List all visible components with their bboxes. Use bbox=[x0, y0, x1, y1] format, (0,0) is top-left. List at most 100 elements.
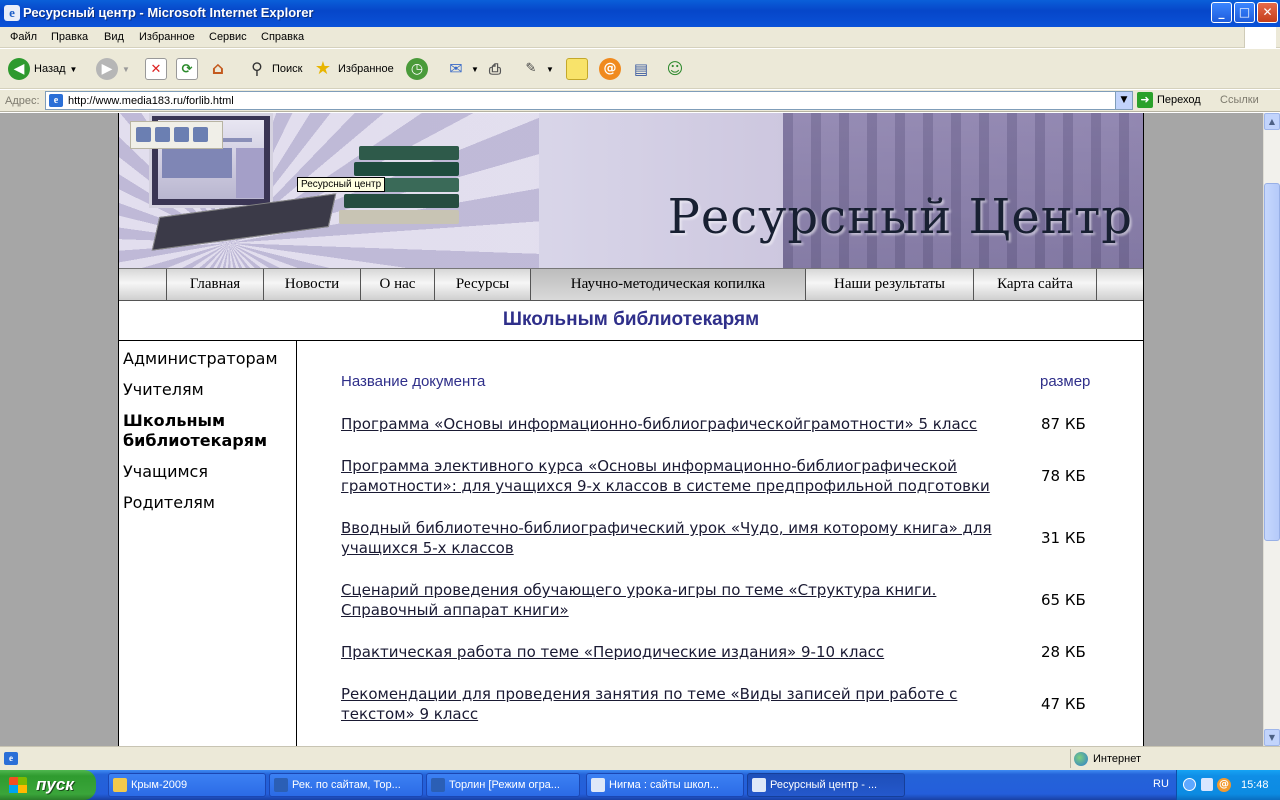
links-button[interactable]: Ссылки bbox=[1220, 94, 1259, 106]
at-tray-icon[interactable]: @ bbox=[1217, 778, 1231, 792]
taskbar-item-active[interactable]: Ресурсный центр - ... bbox=[747, 773, 905, 797]
messenger-button[interactable]: ☺ bbox=[664, 56, 686, 82]
section-title: Школьным библиотекарям bbox=[119, 301, 1143, 341]
windows-logo-icon bbox=[1244, 27, 1276, 48]
sidebar-item-teachers[interactable]: Учителям bbox=[123, 380, 204, 400]
stop-button[interactable]: ✕ bbox=[145, 56, 167, 82]
document-link[interactable]: Программа «Основы информационно-библиогр… bbox=[341, 414, 1011, 434]
document-size: 31 КБ bbox=[1041, 529, 1086, 547]
document-link[interactable]: Вводный библиотечно-библиографический ур… bbox=[341, 518, 1011, 558]
vertical-scrollbar[interactable]: ▲ ▼ bbox=[1263, 113, 1280, 746]
back-button[interactable]: ◀ Назад ▼ bbox=[8, 56, 77, 82]
mail-icon: ✉ bbox=[449, 59, 463, 78]
taskbar-item[interactable]: Торлин [Режим огра... bbox=[426, 773, 580, 797]
go-label: Переход bbox=[1157, 94, 1201, 106]
email-at-button[interactable]: @ bbox=[599, 56, 621, 82]
sidebar-item-parents[interactable]: Родителям bbox=[123, 493, 215, 513]
back-dropdown-icon[interactable]: ▼ bbox=[70, 65, 78, 74]
page-viewport[interactable]: Ресурсный центр Ресурсный Центр Главная … bbox=[0, 113, 1263, 746]
windows-flag-icon bbox=[9, 777, 27, 793]
address-input[interactable]: e http://www.media183.ru/forlib.html ▼ bbox=[45, 91, 1133, 110]
print-button[interactable]: ⎙ bbox=[484, 56, 506, 82]
nav-resources[interactable]: Ресурсы bbox=[434, 269, 530, 300]
history-button[interactable]: ◷ bbox=[406, 56, 428, 82]
edit-button[interactable]: ✎ ▼ bbox=[520, 56, 554, 82]
page-ie-icon: e bbox=[49, 94, 63, 107]
forward-button[interactable]: ▶ ▼ bbox=[96, 56, 130, 82]
menu-favorites[interactable]: Избранное bbox=[139, 31, 195, 43]
tray-back-icon[interactable] bbox=[1183, 778, 1196, 791]
maximize-button[interactable]: □ bbox=[1234, 2, 1255, 23]
address-url: http://www.media183.ru/forlib.html bbox=[68, 95, 234, 107]
taskbar-item[interactable]: Рек. по сайтам, Тор... bbox=[269, 773, 423, 797]
home-button[interactable]: ⌂ bbox=[207, 56, 229, 82]
folder-image-icon[interactable] bbox=[193, 127, 208, 142]
forward-dropdown-icon[interactable]: ▼ bbox=[122, 65, 130, 74]
language-indicator[interactable]: RU bbox=[1153, 778, 1169, 790]
search-label: Поиск bbox=[272, 63, 303, 75]
refresh-icon: ⟳ bbox=[176, 58, 198, 80]
zone-label: Интернет bbox=[1093, 753, 1141, 765]
nav-results[interactable]: Наши результаты bbox=[805, 269, 973, 300]
sidebar-item-admins[interactable]: Администраторам bbox=[123, 349, 278, 369]
ie-icon bbox=[752, 778, 766, 792]
menu-help[interactable]: Справка bbox=[261, 31, 304, 43]
scroll-up-icon[interactable]: ▲ bbox=[1264, 113, 1280, 130]
sidebar-item-librarians[interactable]: Школьным библиотекарям bbox=[123, 411, 283, 451]
go-button[interactable]: ➜ Переход bbox=[1137, 92, 1201, 108]
taskbar: пуск Крым-2009 Рек. по сайтам, Тор... То… bbox=[0, 770, 1280, 800]
save-image-icon[interactable] bbox=[136, 127, 151, 142]
speaker-icon[interactable] bbox=[1201, 778, 1213, 791]
minimize-button[interactable]: _ bbox=[1211, 2, 1232, 23]
notes-button[interactable] bbox=[566, 56, 588, 82]
nav-news[interactable]: Новости bbox=[263, 269, 360, 300]
site-banner: Ресурсный центр Ресурсный Центр bbox=[119, 113, 1143, 268]
taskbar-item[interactable]: Крым-2009 bbox=[108, 773, 266, 797]
research-icon: ▤ bbox=[633, 60, 649, 78]
menu-file[interactable]: Файл bbox=[10, 31, 37, 43]
search-button[interactable]: ⚲ Поиск bbox=[246, 56, 302, 82]
document-link[interactable]: Программа элективного курса «Основы инфо… bbox=[341, 456, 1011, 496]
start-button[interactable]: пуск bbox=[0, 770, 96, 800]
mail-dropdown-icon[interactable]: ▼ bbox=[471, 65, 479, 74]
status-separator bbox=[1070, 749, 1071, 768]
document-link[interactable]: Практическая работа по теме «Периодическ… bbox=[341, 642, 1011, 662]
menu-tools[interactable]: Сервис bbox=[209, 31, 247, 43]
edit-dropdown-icon[interactable]: ▼ bbox=[546, 65, 554, 74]
research-button[interactable]: ▤ bbox=[630, 56, 652, 82]
edit-icon: ✎ bbox=[525, 61, 537, 76]
status-bar: e Интернет bbox=[0, 746, 1280, 770]
close-button[interactable]: ✕ bbox=[1257, 2, 1278, 23]
document-link[interactable]: Рекомендации для проведения занятия по т… bbox=[341, 684, 1011, 724]
stop-icon: ✕ bbox=[145, 58, 167, 80]
nav-sitemap[interactable]: Карта сайта bbox=[973, 269, 1096, 300]
nav-home[interactable]: Главная bbox=[166, 269, 263, 300]
documents-table: Название документа размер Программа «Осн… bbox=[298, 341, 1143, 746]
home-icon: ⌂ bbox=[211, 59, 225, 79]
start-label: пуск bbox=[36, 775, 74, 794]
window-title: Ресурсный центр - Microsoft Internet Exp… bbox=[23, 5, 314, 20]
mail-button[interactable]: ✉ ▼ bbox=[445, 56, 479, 82]
nav-about[interactable]: О нас bbox=[360, 269, 434, 300]
taskbar-item-label: Нигма : сайты школ... bbox=[609, 779, 719, 791]
menu-view[interactable]: Вид bbox=[104, 31, 124, 43]
web-page: Ресурсный центр Ресурсный Центр Главная … bbox=[118, 113, 1144, 746]
taskbar-item-label: Торлин [Режим огра... bbox=[449, 779, 560, 791]
scroll-thumb[interactable] bbox=[1264, 183, 1280, 541]
window-titlebar[interactable]: e Ресурсный центр - Microsoft Internet E… bbox=[0, 0, 1280, 27]
refresh-button[interactable]: ⟳ bbox=[176, 56, 198, 82]
print-image-icon[interactable] bbox=[155, 127, 170, 142]
scroll-down-icon[interactable]: ▼ bbox=[1264, 729, 1280, 746]
nav-methodical[interactable]: Научно-методическая копилка bbox=[530, 269, 805, 300]
menu-edit[interactable]: Правка bbox=[51, 31, 88, 43]
sidebar-item-students[interactable]: Учащимся bbox=[123, 462, 208, 482]
favorites-button[interactable]: ★ Избранное bbox=[312, 56, 394, 82]
status-page-icon: e bbox=[4, 752, 18, 765]
taskbar-item[interactable]: Нигма : сайты школ... bbox=[586, 773, 744, 797]
document-size: 65 КБ bbox=[1041, 591, 1086, 609]
mail-image-icon[interactable] bbox=[174, 127, 189, 142]
taskbar-item-label: Крым-2009 bbox=[131, 779, 188, 791]
address-dropdown-icon[interactable]: ▼ bbox=[1115, 92, 1132, 109]
document-link[interactable]: Сценарий проведения обучающего урока-игр… bbox=[341, 580, 1011, 620]
site-brand-title: Ресурсный Центр bbox=[667, 189, 1133, 245]
